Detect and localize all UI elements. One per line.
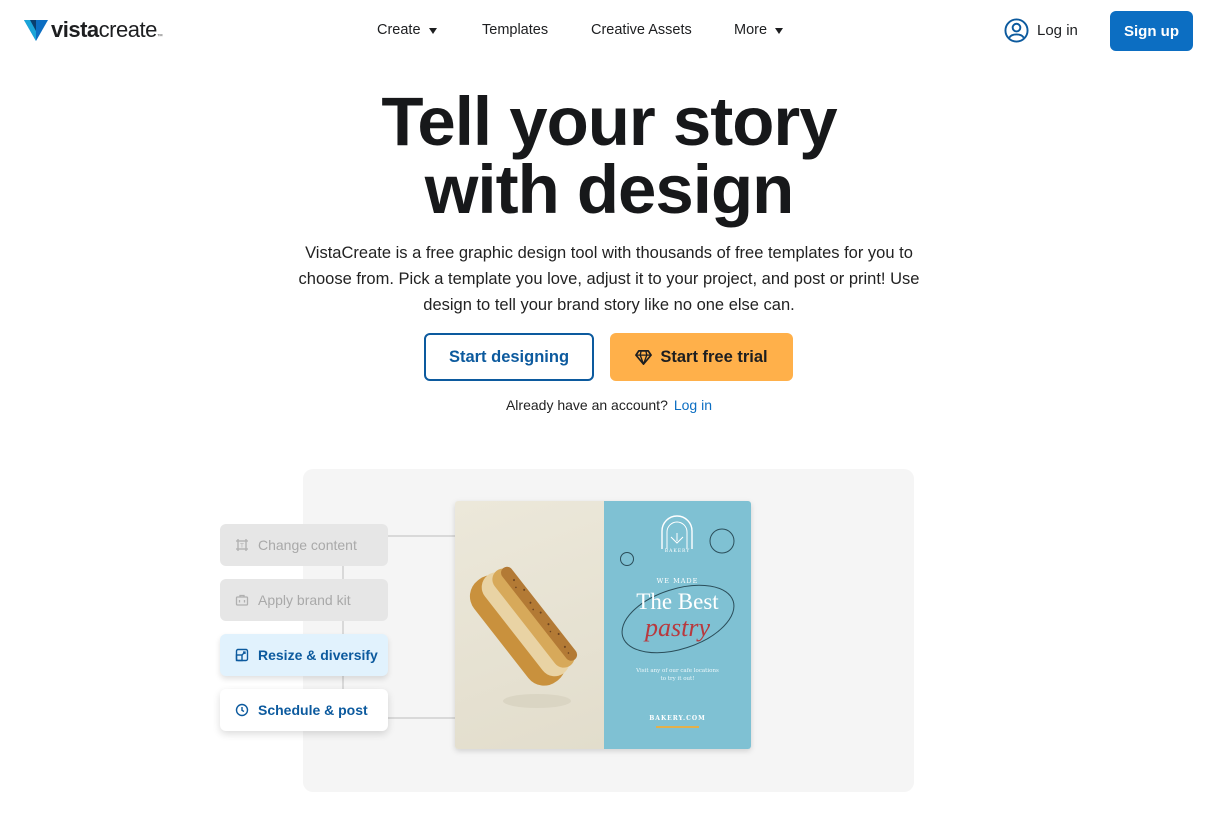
start-designing-button[interactable]: Start designing xyxy=(424,333,594,381)
feature-label: Apply brand kit xyxy=(258,592,351,608)
bakery-ad-panel: BAKERY WE MADE The Best pastry Visit any… xyxy=(604,501,751,749)
caret-down-icon xyxy=(428,28,437,34)
start-free-trial-label: Start free trial xyxy=(660,347,768,366)
start-free-trial-button[interactable]: Start free trial xyxy=(610,333,793,381)
crop-icon: T xyxy=(234,538,249,553)
visit-line1: Visit any of our cafe locations xyxy=(636,668,719,674)
pastry-text: pastry xyxy=(645,613,710,642)
svg-text:T: T xyxy=(239,543,244,550)
hero-description: VistaCreate is a free graphic design too… xyxy=(298,244,920,314)
user-circle-icon xyxy=(1004,18,1029,43)
header-login-label: Log in xyxy=(1037,22,1078,39)
header-login-link[interactable]: Log in xyxy=(1004,18,1078,43)
account-question: Already have an account? xyxy=(505,397,668,413)
account-prompt: Already have an account? Log in xyxy=(0,397,1218,413)
nav-create-label: Create xyxy=(377,22,421,38)
vistacreate-logo[interactable]: vistacreate ™ xyxy=(24,17,163,43)
logo-mark-icon xyxy=(24,20,48,41)
hero-title: Tell your story with design xyxy=(0,87,1218,224)
main-nav: Create Templates Creative Assets More xyxy=(377,22,784,38)
bakery-template-card[interactable]: BAKERY WE MADE The Best pastry Visit any… xyxy=(455,501,751,749)
nav-more[interactable]: More xyxy=(734,22,784,38)
nav-creative-assets[interactable]: Creative Assets xyxy=(591,22,734,38)
signup-button[interactable]: Sign up xyxy=(1110,11,1193,51)
nav-create[interactable]: Create xyxy=(377,22,482,38)
eclair-illustration xyxy=(469,566,578,708)
eclair-photo xyxy=(455,501,604,749)
account-login-link[interactable]: Log in xyxy=(674,397,712,413)
visit-text: Visit any of our cafe locations to try i… xyxy=(604,667,751,683)
the-best-text: The Best xyxy=(636,589,719,614)
logo-text: vistacreate xyxy=(51,17,157,42)
nav-more-label: More xyxy=(734,22,768,38)
connector-line xyxy=(388,717,456,719)
diamond-icon xyxy=(635,349,653,365)
website-text: BAKERY.COM xyxy=(649,715,706,722)
feature-label: Change content xyxy=(258,537,357,553)
hero-title-line2: with design xyxy=(424,151,794,228)
nav-creative-assets-label: Creative Assets xyxy=(591,22,692,38)
hero-title-line1: Tell your story xyxy=(381,83,837,160)
briefcase-icon xyxy=(234,593,249,608)
feature-resize-diversify[interactable]: Resize & diversify xyxy=(220,634,388,676)
resize-icon xyxy=(234,648,249,663)
caret-down-icon xyxy=(775,28,784,34)
feature-schedule-post[interactable]: Schedule & post xyxy=(220,689,388,731)
site-header: vistacreate ™ Create Templates Creative … xyxy=(0,0,1218,62)
feature-change-content[interactable]: T Change content xyxy=(220,524,388,566)
visit-line2: to try it out! xyxy=(660,676,695,682)
nav-templates-label: Templates xyxy=(482,22,549,38)
website-underline xyxy=(656,726,699,728)
feature-label: Resize & diversify xyxy=(258,647,378,663)
logo-trademark: ™ xyxy=(156,34,163,40)
we-made-text: WE MADE xyxy=(656,577,699,585)
nav-templates[interactable]: Templates xyxy=(482,22,591,38)
bakery-logo-text: BAKERY xyxy=(664,549,691,554)
feature-label: Schedule & post xyxy=(258,702,368,718)
connector-line xyxy=(342,545,344,710)
feature-apply-brand-kit[interactable]: Apply brand kit xyxy=(220,579,388,621)
connector-line xyxy=(388,535,456,537)
clock-icon xyxy=(234,703,249,718)
